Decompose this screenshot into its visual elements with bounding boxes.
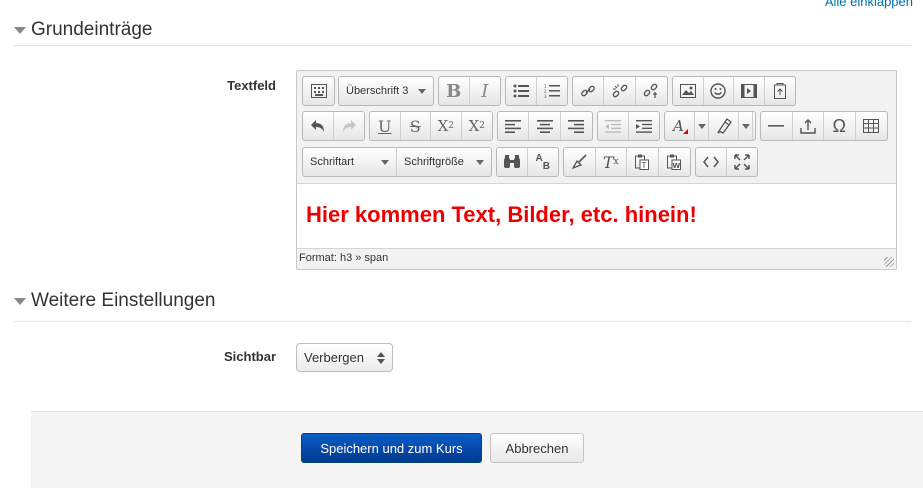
section-more-title: Weitere Einstellungen	[31, 290, 216, 311]
form-footer: Speichern und zum Kurs Abbrechen	[31, 411, 923, 488]
editor-status-path: Format: h3 » span	[299, 252, 389, 264]
svg-text:A: A	[672, 118, 684, 134]
image-icon[interactable]	[673, 77, 704, 105]
visibility-select[interactable]: Verbergen	[296, 343, 393, 372]
textfield-label: Textfeld	[227, 78, 276, 93]
emoticon-icon[interactable]	[704, 77, 735, 105]
clear-format-icon[interactable]: Tx	[596, 148, 627, 176]
undo-icon[interactable]	[303, 112, 334, 140]
save-and-return-button[interactable]: Speichern und zum Kurs	[301, 433, 482, 463]
section-general-toggle[interactable]: Grundeinträge	[14, 19, 152, 41]
svg-text:3: 3	[544, 94, 547, 98]
html-icon[interactable]	[696, 148, 727, 176]
align-center-icon[interactable]	[529, 112, 561, 140]
text-color-icon[interactable]: A	[665, 112, 695, 140]
resize-handle-icon[interactable]	[884, 257, 894, 267]
toolbar-toggle-icon[interactable]	[303, 77, 334, 105]
numbered-list-icon[interactable]: 123	[537, 77, 567, 105]
anchor-icon[interactable]	[636, 77, 667, 105]
editor-content-heading: Hier kommen Text, Bilder, etc. hinein!	[306, 202, 697, 227]
chevron-down-icon	[476, 159, 484, 165]
rich-text-editor: Überschrift 3 B I 123 U S X 2 X 2 A Ω Sc…	[296, 70, 897, 270]
redo-icon[interactable]	[334, 112, 364, 140]
editor-content-area[interactable]: Hier kommen Text, Bilder, etc. hinein!	[297, 183, 896, 249]
background-color-dropdown[interactable]	[739, 112, 753, 140]
indent-icon[interactable]	[629, 112, 659, 140]
divider	[14, 45, 911, 46]
format-select-value: Überschrift 3	[346, 85, 409, 97]
italic-icon[interactable]: I	[470, 77, 500, 105]
align-right-icon[interactable]	[561, 112, 592, 140]
upload-icon[interactable]	[793, 112, 824, 140]
background-color-icon[interactable]	[709, 112, 739, 140]
chevron-down-icon	[14, 298, 26, 305]
visibility-select-value: Verbergen	[304, 350, 364, 365]
select-arrows-icon	[377, 352, 385, 364]
divider	[14, 321, 911, 322]
font-size-select[interactable]: Schriftgröße	[397, 148, 491, 176]
paste-text-icon[interactable]: T	[627, 148, 659, 176]
strikethrough-icon[interactable]: S	[401, 112, 432, 140]
chevron-down-icon	[697, 123, 706, 129]
visible-label: Sichtbar	[223, 349, 276, 364]
font-family-select-value: Schriftart	[310, 156, 355, 168]
special-char-icon[interactable]: Ω	[824, 112, 856, 140]
chevron-down-icon	[418, 88, 426, 94]
link-icon[interactable]	[573, 77, 605, 105]
chevron-down-icon	[741, 123, 750, 129]
superscript-icon[interactable]: X2	[462, 112, 492, 140]
align-left-icon[interactable]	[498, 112, 530, 140]
section-general-title: Grundeinträge	[31, 19, 153, 40]
collapse-all-link[interactable]: Alle einklappen	[825, 0, 913, 9]
text-color-dropdown[interactable]	[695, 112, 709, 140]
unlink-icon[interactable]	[604, 77, 636, 105]
svg-text:T: T	[641, 161, 647, 170]
media-icon[interactable]	[734, 77, 765, 105]
underline-icon[interactable]: U	[370, 112, 401, 140]
section-more-toggle[interactable]: Weitere Einstellungen	[14, 290, 215, 312]
svg-text:W: W	[673, 162, 681, 170]
subscript-icon[interactable]: X2	[431, 112, 462, 140]
fullscreen-icon[interactable]	[727, 148, 757, 176]
paste-word-icon[interactable]: W	[659, 148, 690, 176]
replace-icon[interactable]: AB	[528, 148, 558, 176]
bullet-list-icon[interactable]	[506, 77, 537, 105]
bold-icon[interactable]: B	[439, 77, 470, 105]
cancel-button[interactable]: Abbrechen	[490, 433, 584, 463]
chevron-down-icon	[14, 27, 26, 34]
outdent-icon[interactable]	[598, 112, 629, 140]
search-icon[interactable]	[497, 148, 528, 176]
font-size-select-value: Schriftgröße	[404, 156, 464, 168]
cleanup-icon[interactable]	[564, 148, 596, 176]
horizontal-rule-icon[interactable]	[761, 112, 793, 140]
format-select[interactable]: Überschrift 3	[339, 77, 433, 105]
table-icon[interactable]	[856, 112, 887, 140]
file-icon[interactable]	[765, 77, 795, 105]
chevron-down-icon	[381, 159, 389, 165]
font-family-select[interactable]: Schriftart	[303, 148, 397, 176]
